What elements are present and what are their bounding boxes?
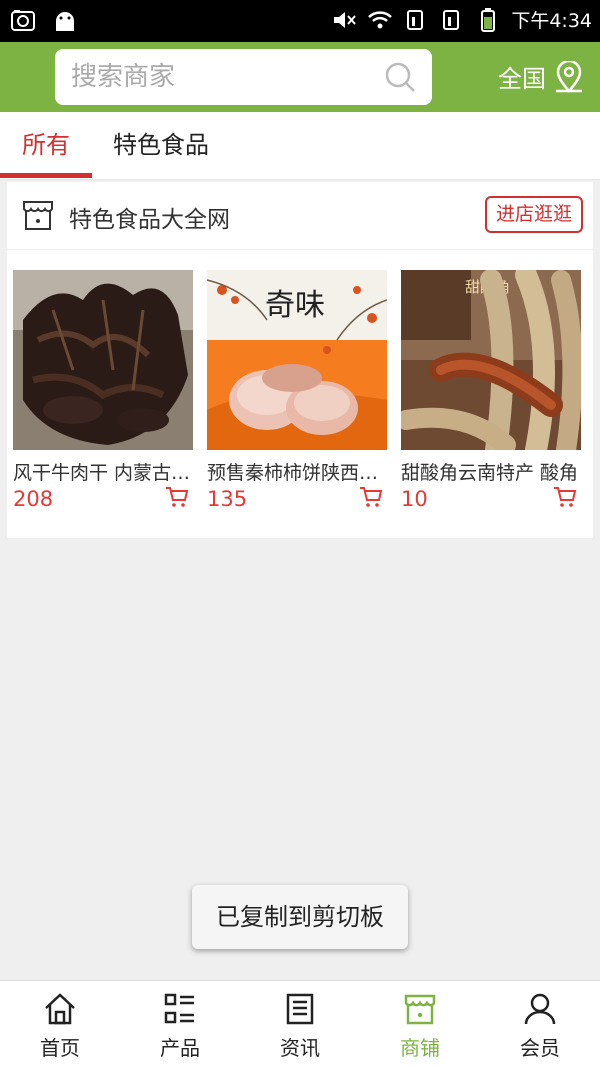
tab-all[interactable]: 所有 bbox=[0, 112, 92, 180]
search-icon[interactable] bbox=[384, 61, 416, 93]
nav-item-member[interactable]: 会员 bbox=[480, 981, 600, 1067]
product-name: 甜酸角云南特产 酸角 bbox=[401, 462, 579, 484]
list-icon bbox=[164, 993, 194, 1024]
dried-beef-photo[interactable] bbox=[13, 270, 193, 450]
mute-icon bbox=[331, 7, 357, 33]
active-tab-indicator bbox=[0, 173, 92, 178]
enter-shop-button[interactable]: 进店逛逛 bbox=[485, 196, 583, 233]
search-box[interactable] bbox=[55, 49, 432, 105]
shop-header[interactable]: 特色食品大全网 进店逛逛 bbox=[7, 182, 593, 250]
sim2-signal-icon bbox=[439, 7, 465, 33]
battery-icon bbox=[475, 7, 501, 33]
bottom-nav: 首页 产品 资讯 商铺 会员 bbox=[0, 980, 600, 1067]
user-icon bbox=[524, 993, 556, 1025]
product-name: 风干牛肉干 内蒙古特产 bbox=[13, 462, 191, 484]
status-bar: 下午4:34 bbox=[0, 0, 600, 42]
nav-item-store[interactable]: 商铺 bbox=[360, 981, 480, 1067]
location-pin-icon bbox=[556, 60, 582, 93]
add-to-cart-icon[interactable] bbox=[359, 486, 383, 508]
copied-toast: 已复制到剪切板 bbox=[192, 885, 408, 949]
news-icon bbox=[286, 993, 314, 1025]
header-bar: 全国 bbox=[0, 42, 600, 112]
nav-label: 首页 bbox=[40, 1036, 80, 1060]
region-selector[interactable]: 全国 bbox=[498, 59, 584, 94]
nav-item-home[interactable]: 首页 bbox=[0, 981, 120, 1067]
nav-label: 资讯 bbox=[280, 1036, 320, 1060]
store-icon bbox=[404, 994, 436, 1025]
shop-name: 特色食品大全网 bbox=[69, 207, 230, 233]
product-name: 预售秦柿柿饼陕西特产 bbox=[207, 462, 385, 484]
nav-item-news[interactable]: 资讯 bbox=[240, 981, 360, 1067]
nav-label: 商铺 bbox=[400, 1036, 440, 1060]
sim1-signal-icon bbox=[403, 7, 429, 33]
image-text: 奇味 bbox=[265, 288, 325, 323]
region-label: 全国 bbox=[498, 65, 546, 93]
search-input[interactable] bbox=[71, 57, 371, 97]
screenshot-icon bbox=[10, 8, 36, 34]
shop-icon bbox=[23, 201, 53, 230]
product-card[interactable]: 甜酸角 甜酸角云南特产 酸角 10 bbox=[401, 270, 583, 511]
add-to-cart-icon[interactable] bbox=[553, 486, 577, 508]
add-to-cart-icon[interactable] bbox=[165, 486, 189, 508]
nav-item-products[interactable]: 产品 bbox=[120, 981, 240, 1067]
tamarind-photo[interactable]: 甜酸角 bbox=[401, 270, 581, 450]
nav-label: 产品 bbox=[160, 1036, 200, 1060]
nav-label: 会员 bbox=[520, 1036, 560, 1060]
tab-specialty-food[interactable]: 特色食品 bbox=[100, 112, 222, 180]
product-card[interactable]: 风干牛肉干 内蒙古特产 208 bbox=[13, 270, 195, 511]
android-icon bbox=[52, 8, 78, 34]
home-icon bbox=[45, 993, 75, 1025]
product-card[interactable]: 奇味 预售秦柿柿饼陕西特产 135 bbox=[207, 270, 389, 511]
persimmon-cake-photo[interactable]: 奇味 bbox=[207, 270, 387, 450]
status-time: 下午4:34 bbox=[511, 10, 592, 32]
category-tabs: 所有 特色食品 bbox=[0, 112, 600, 180]
wifi-icon bbox=[367, 7, 393, 33]
shop-card: 特色食品大全网 进店逛逛 风干牛肉干 内蒙古特产 208 奇味 预售秦柿柿饼陕西… bbox=[7, 182, 593, 538]
